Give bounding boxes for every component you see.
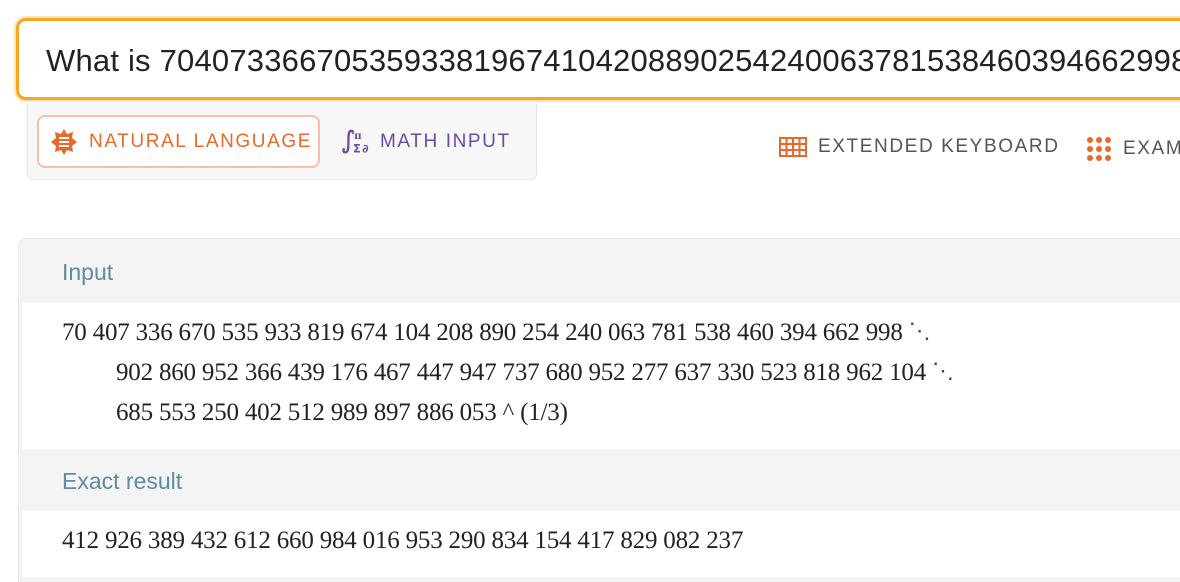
- input-pod-title: Input: [62, 259, 114, 285]
- extended-keyboard-label: EXTENDED KEYBOARD: [818, 136, 1060, 157]
- dots-grid-icon: [1087, 137, 1111, 161]
- exact-result-pod-title: Exact result: [62, 468, 183, 494]
- math-input-button[interactable]: π Σ∂ MATH INPUT: [340, 115, 511, 168]
- query-input[interactable]: What is 70407336670535933819674104208890…: [16, 18, 1180, 100]
- input-line-2-text: 902 860 952 366 439 176 467 447 947 737 …: [116, 359, 927, 386]
- continuation-mark: ⋱: [932, 358, 954, 383]
- exact-result-pod-body: 412 926 389 432 612 660 984 016 953 290 …: [22, 511, 1180, 577]
- wolfram-page: What is 70407336670535933819674104208890…: [0, 0, 1180, 582]
- input-line-2: 902 860 952 366 439 176 467 447 947 737 …: [116, 358, 954, 387]
- exact-result-value: 412 926 389 432 612 660 984 016 953 290 …: [62, 527, 744, 554]
- input-line-1-text: 70 407 336 670 535 933 819 674 104 208 8…: [62, 319, 903, 346]
- math-symbols-icon: π Σ∂: [340, 127, 370, 157]
- wolfram-star-icon: [49, 127, 79, 157]
- svg-text:π: π: [354, 130, 363, 142]
- extended-keyboard-button[interactable]: EXTENDED KEYBOARD: [779, 136, 1060, 158]
- input-pod-body: 70 407 336 670 535 933 819 674 104 208 8…: [22, 303, 1180, 449]
- input-mode-panel: NATURAL LANGUAGE π Σ∂ MATH INPUT: [27, 103, 537, 180]
- results-card: Input 70 407 336 670 535 933 819 674 104…: [18, 238, 1180, 582]
- examples-button[interactable]: EXAMPLES: [1086, 136, 1180, 162]
- svg-text:Σ∂: Σ∂: [353, 142, 370, 155]
- input-line-3-text: 685 553 250 402 512 989 897 886 053 ^ (1…: [116, 399, 568, 426]
- natural-language-label: NATURAL LANGUAGE: [89, 130, 313, 152]
- query-text[interactable]: What is 70407336670535933819674104208890…: [46, 43, 1180, 79]
- keyboard-grid-icon: [779, 137, 807, 157]
- input-line-1: 70 407 336 670 535 933 819 674 104 208 8…: [62, 318, 931, 347]
- math-input-label: MATH INPUT: [380, 130, 511, 152]
- natural-language-button[interactable]: NATURAL LANGUAGE: [37, 115, 320, 168]
- input-line-3: 685 553 250 402 512 989 897 886 053 ^ (1…: [116, 399, 568, 427]
- examples-label: EXAMPLES: [1123, 138, 1180, 159]
- continuation-mark: ⋱: [908, 318, 931, 343]
